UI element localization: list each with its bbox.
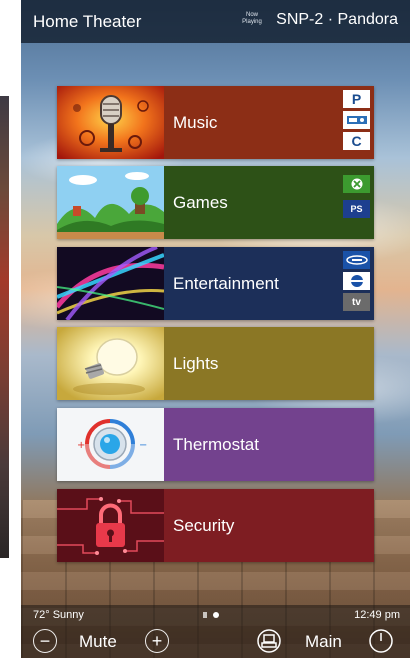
microphone-image — [57, 86, 164, 159]
volume-down-button[interactable]: − — [33, 629, 57, 653]
game-landscape-image — [57, 166, 164, 239]
now-playing-source[interactable]: SNP-2 · Pandora — [276, 11, 398, 29]
pause-icon — [203, 612, 207, 618]
tile-thermostat-body[interactable]: Thermostat — [164, 408, 374, 481]
page-dot-active[interactable] — [213, 612, 219, 618]
tile-music[interactable]: Music P C — [57, 86, 374, 159]
directv-icon[interactable] — [343, 272, 370, 290]
tile-music-body[interactable]: Music P C — [164, 86, 374, 159]
game-console-badges: PS — [343, 175, 370, 218]
page-indicator[interactable] — [203, 612, 219, 618]
tile-entertainment-label: Entertainment — [173, 273, 279, 293]
power-icon — [369, 629, 393, 653]
now-playing-label: Now Playing — [238, 12, 266, 26]
volume-up-button[interactable]: + — [145, 629, 169, 653]
padlock-circuit-image — [57, 489, 164, 562]
remote-control-button[interactable] — [257, 629, 281, 653]
tile-security[interactable]: Security — [57, 489, 374, 562]
now-playing-line-2: Playing — [242, 19, 262, 25]
background-edge-strip — [0, 96, 9, 558]
thermostat-dial-image: + − — [57, 408, 164, 481]
power-button[interactable] — [369, 629, 393, 653]
page-gutter — [9, 0, 21, 658]
svg-text:+: + — [77, 440, 85, 451]
pandora-icon[interactable]: P — [343, 90, 370, 108]
tile-security-body[interactable]: Security — [164, 489, 374, 562]
bluray-icon[interactable] — [343, 251, 370, 269]
light-streak-image — [57, 247, 164, 320]
tile-games-body[interactable]: Games PS — [164, 166, 374, 239]
weather-readout: 72° Sunny — [33, 609, 84, 621]
tile-entertainment-body[interactable]: Entertainment tv — [164, 247, 374, 320]
tile-games-label: Games — [173, 192, 228, 212]
playstation-icon[interactable]: PS — [343, 200, 370, 218]
light-bulb-image — [57, 327, 164, 400]
mute-button[interactable]: Mute — [79, 632, 117, 652]
status-bar: 72° Sunny 12:49 pm — [21, 605, 410, 625]
tile-games[interactable]: Games PS — [57, 166, 374, 239]
tile-music-label: Music — [173, 112, 218, 132]
appletv-icon[interactable]: tv — [343, 293, 370, 311]
siriusxm-icon[interactable]: C — [343, 132, 370, 150]
tile-entertainment[interactable]: Entertainment tv — [57, 247, 374, 320]
app-header: Home Theater Now Playing SNP-2 · Pandora — [21, 0, 410, 43]
tile-thermostat-label: Thermostat — [173, 434, 259, 454]
music-source-badges: P C — [343, 90, 370, 150]
main-menu-button[interactable]: Main — [305, 632, 342, 652]
entertainment-source-badges: tv — [343, 251, 370, 311]
tile-lights-body[interactable]: Lights — [164, 327, 374, 400]
remote-icon — [257, 629, 281, 653]
tile-thermostat[interactable]: + − Thermostat — [57, 408, 374, 481]
room-title[interactable]: Home Theater — [33, 12, 141, 32]
tile-lights-label: Lights — [173, 353, 219, 373]
xbox-icon[interactable] — [343, 175, 370, 193]
app-screen: Home Theater Now Playing SNP-2 · Pandora — [21, 0, 410, 658]
radio-icon[interactable] — [343, 111, 370, 129]
control-bar: − Mute + Main — [21, 625, 410, 658]
clock: 12:49 pm — [354, 609, 400, 621]
tile-security-label: Security — [173, 515, 235, 535]
now-playing-line-1: Now — [245, 12, 258, 18]
svg-text:−: − — [139, 440, 147, 451]
tile-lights[interactable]: Lights — [57, 327, 374, 400]
